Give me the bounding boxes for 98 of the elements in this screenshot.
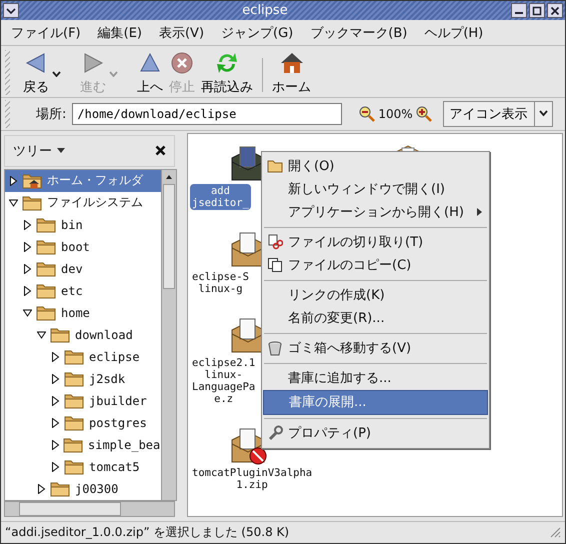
folder-icon <box>50 326 70 344</box>
folder-icon <box>64 348 84 366</box>
close-icon <box>550 6 560 16</box>
zoom-in-icon[interactable] <box>416 106 432 122</box>
menu-item[interactable]: ジャンプ(G) <box>215 24 304 42</box>
context-menu-item[interactable]: プロパティ(P) <box>263 422 488 445</box>
tree-item[interactable]: dev <box>59 260 85 277</box>
copy-icon <box>267 257 283 274</box>
file-name[interactable]: eclipse2.1 linux- LanguagePa e.z <box>190 356 258 406</box>
context-menu-item[interactable]: ゴミ箱へ移動する(V) <box>263 336 488 360</box>
home-folder-icon <box>22 172 42 190</box>
maximize-button[interactable] <box>529 3 545 18</box>
back-button[interactable]: 戻る <box>20 50 52 96</box>
menu-item[interactable]: ファイル(F) <box>5 24 92 42</box>
context-menu-item[interactable]: 新しいウィンドウで開く(I) <box>263 178 488 201</box>
expander-icon[interactable] <box>51 418 61 428</box>
menu-item[interactable]: 編集(E) <box>92 24 153 42</box>
context-menu-item[interactable]: 名前の変更(R)... <box>263 306 488 330</box>
tree-item[interactable]: j2sdk <box>87 370 128 387</box>
expander-icon[interactable] <box>37 330 47 340</box>
folder-icon <box>36 282 56 300</box>
reload-button[interactable]: 再読込み <box>198 50 256 96</box>
folder-icon <box>267 159 283 174</box>
menu-item[interactable]: ブックマーク(B) <box>304 24 418 42</box>
toolbar-icon-drawing <box>169 50 195 76</box>
expander-icon[interactable] <box>37 484 47 494</box>
tree-item[interactable]: boot <box>59 238 92 255</box>
folder-icon <box>36 260 56 278</box>
tree-item[interactable]: postgres <box>87 414 149 431</box>
minimize-button[interactable] <box>511 3 527 18</box>
expander-icon[interactable] <box>51 440 60 450</box>
expander-icon[interactable] <box>51 396 61 406</box>
expander-icon[interactable] <box>23 220 33 230</box>
expander-icon[interactable] <box>9 176 19 186</box>
expander-icon[interactable] <box>23 286 33 296</box>
vertical-scrollbar[interactable] <box>161 170 176 500</box>
horizontal-scrollbar[interactable] <box>4 500 175 517</box>
tree-item[interactable]: eclipse <box>87 348 142 365</box>
wrench-icon <box>267 425 283 442</box>
home-button[interactable]: ホーム <box>269 50 314 96</box>
context-menu-item[interactable]: 書庫の展開... <box>263 390 488 415</box>
context-menu-item[interactable]: 開く(O) <box>263 154 488 178</box>
tree-item[interactable]: home <box>59 304 92 321</box>
folder-icon <box>36 304 56 322</box>
file-name[interactable]: tomcatPluginV3alpha 1.zip <box>190 466 314 492</box>
location-field[interactable]: /home/download/eclipse <box>72 102 342 125</box>
expander-icon[interactable] <box>23 308 33 318</box>
expander-icon[interactable] <box>23 264 33 274</box>
menu-item[interactable]: ヘルプ(H) <box>418 24 494 42</box>
folder-icon <box>64 392 84 410</box>
folder-icon <box>50 480 70 498</box>
tree-item[interactable]: jbuilder <box>87 392 149 409</box>
folder-icon <box>64 414 84 432</box>
file-name[interactable]: add jseditor_ <box>190 184 251 210</box>
tree-item[interactable]: tomcat5 <box>87 458 142 475</box>
window-menu-button[interactable] <box>3 3 19 18</box>
folder-icon <box>36 216 56 234</box>
expander-icon[interactable] <box>51 352 61 362</box>
tree-item[interactable]: bin <box>59 216 85 233</box>
expander-icon[interactable] <box>23 242 33 252</box>
resize-grip-icon[interactable] <box>549 526 561 538</box>
window-title: eclipse <box>241 3 289 18</box>
sidebar-title[interactable]: ツリー <box>13 142 52 160</box>
zoom-out-icon[interactable] <box>359 106 376 122</box>
location-label: 場所: <box>36 106 66 123</box>
context-menu-item[interactable]: ファイルのコピー(C) <box>263 254 488 277</box>
tree-item[interactable]: etc <box>59 282 85 299</box>
expander-icon[interactable] <box>9 198 19 208</box>
file-name[interactable]: eclipse-S linux-g <box>190 270 251 296</box>
close-button[interactable] <box>547 3 563 18</box>
folder-icon <box>22 194 42 212</box>
close-icon[interactable] <box>155 145 166 156</box>
zoom-level: 100% <box>378 106 413 121</box>
view-mode-button[interactable]: アイコン表示 <box>442 100 535 127</box>
trash-icon <box>267 340 283 356</box>
minimize-icon <box>515 12 523 14</box>
menu-item[interactable]: 表示(V) <box>152 24 216 42</box>
scissors-icon <box>267 234 283 250</box>
status-text: “addi.jseditor_1.0.0.zip” を選択しました (50.8 K) <box>5 524 290 541</box>
context-menu-item[interactable]: 書庫に追加する... <box>263 366 488 390</box>
folder-icon <box>63 436 83 454</box>
context-menu-item[interactable]: リンクの作成(K) <box>263 284 488 307</box>
expander-icon[interactable] <box>51 374 61 384</box>
tree-item[interactable]: simple_bea <box>86 436 161 453</box>
up-button[interactable]: 上へ <box>134 50 166 96</box>
tree-item[interactable]: ファイルシステム <box>45 193 145 212</box>
maximize-icon <box>532 6 542 16</box>
folder-icon <box>64 370 84 388</box>
folder-icon <box>64 458 84 476</box>
tree-item[interactable]: download <box>73 326 135 343</box>
context-menu-item[interactable]: アプリケーションから開く(H) <box>263 200 488 224</box>
caret-icon <box>6 6 16 15</box>
tree-item[interactable]: j00300 <box>73 480 120 497</box>
context-menu-item[interactable]: ファイルの切り取り(T) <box>263 230 488 254</box>
scroll-up-arrow-icon[interactable] <box>166 174 172 179</box>
folder-icon <box>36 238 56 256</box>
expander-icon[interactable] <box>51 462 61 472</box>
view-mode-dropdown-icon[interactable] <box>534 100 553 127</box>
